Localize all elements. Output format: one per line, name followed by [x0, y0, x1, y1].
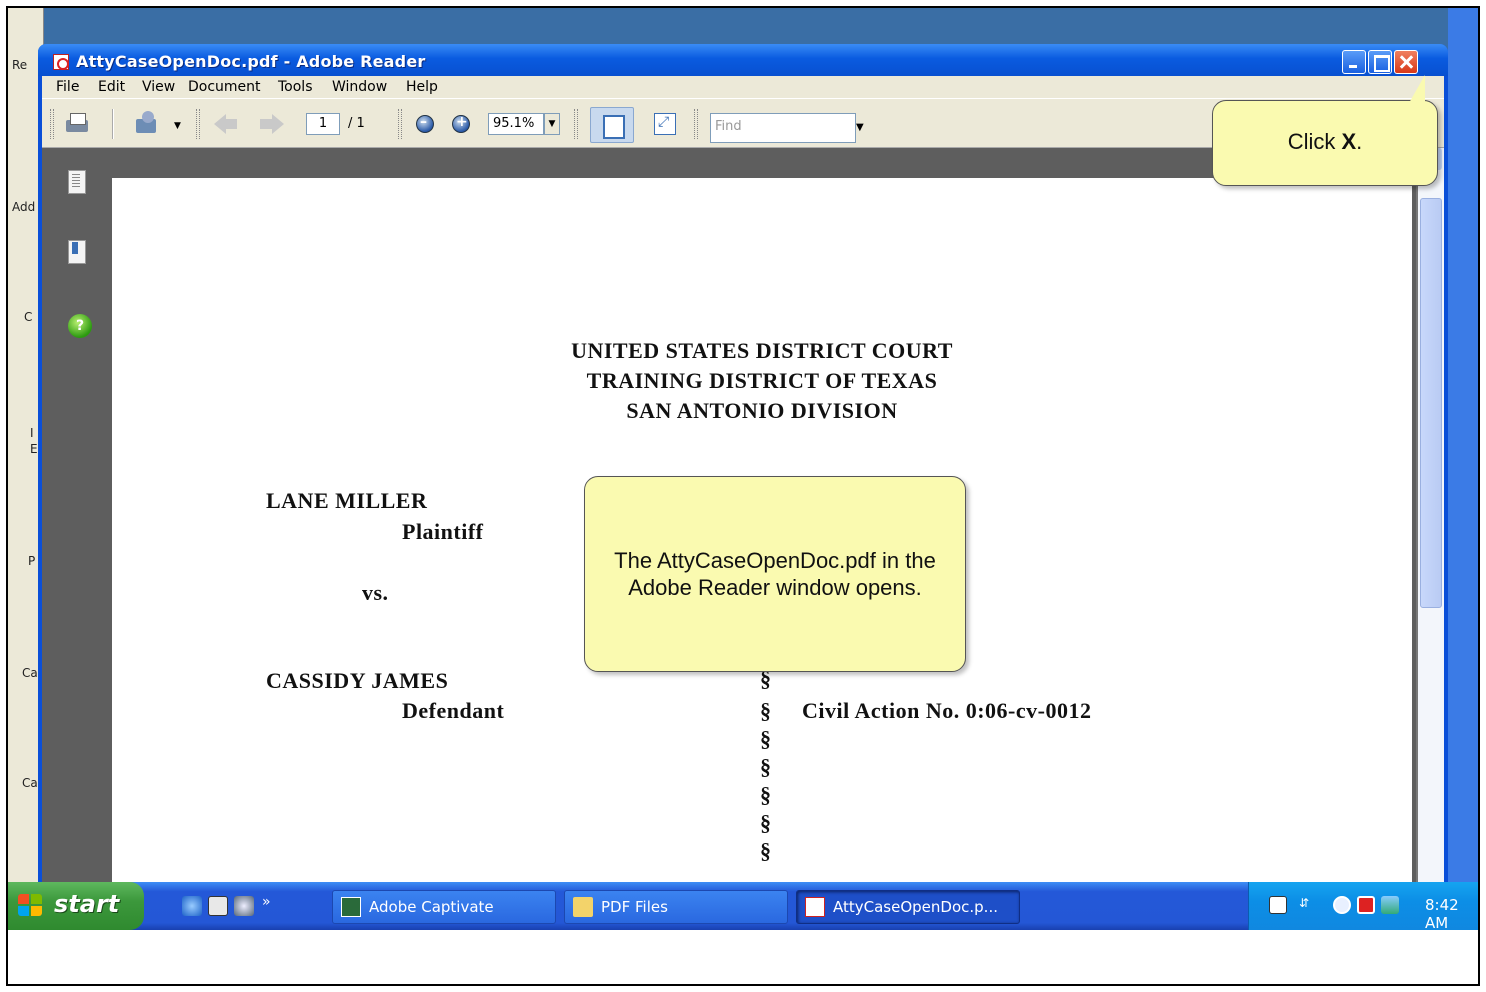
task-attycaseopendoc[interactable]: AttyCaseOpenDoc.p...	[796, 890, 1020, 924]
court-division: SAN ANTONIO DIVISION	[626, 398, 898, 423]
navigation-panel: ?	[42, 148, 112, 882]
next-page-icon[interactable]	[260, 113, 284, 135]
background-text: Re	[12, 58, 28, 72]
restore-tray-icon[interactable]: ⇵	[1299, 896, 1317, 914]
fit-page-icon[interactable]	[590, 107, 634, 143]
task-adobe-captivate[interactable]: Adobe Captivate	[332, 890, 556, 924]
bookmarks-icon[interactable]	[68, 240, 88, 264]
defendant-name: CASSIDY JAMES	[266, 668, 449, 693]
calculator-icon[interactable]	[208, 896, 228, 916]
background-text: Ca	[22, 776, 38, 790]
toolbar-grip[interactable]	[574, 109, 578, 139]
screenshot-frame: Re Add C I E P Ca Ca AttyCaseOpenDoc.pdf…	[6, 6, 1480, 986]
section-symbol: §	[760, 810, 771, 835]
menu-tools[interactable]: Tools	[278, 79, 313, 95]
task-label: Adobe Captivate	[369, 898, 494, 916]
callout-pointer	[1409, 75, 1425, 103]
start-button[interactable]: start	[8, 882, 144, 930]
captivate-icon	[341, 897, 361, 917]
menu-window[interactable]: Window	[332, 79, 387, 95]
record-tray-icon[interactable]	[1357, 896, 1375, 914]
civil-action-number: Civil Action No. 0:06-cv-0012	[802, 698, 1092, 723]
menu-edit[interactable]: Edit	[98, 79, 125, 95]
callout-key: X	[1341, 129, 1357, 154]
window-title: AttyCaseOpenDoc.pdf - Adobe Reader	[76, 52, 426, 71]
email-icon[interactable]	[134, 111, 160, 137]
menu-file[interactable]: File	[56, 79, 79, 95]
fit-width-icon[interactable]	[654, 113, 676, 135]
menu-help[interactable]: Help	[406, 79, 438, 95]
browser-icon[interactable]	[234, 896, 254, 916]
task-pdf-files[interactable]: PDF Files	[564, 890, 788, 924]
plaintiff-role: Plaintiff	[402, 519, 484, 544]
section-symbol: §	[760, 726, 771, 751]
defendant-role: Defendant	[402, 698, 505, 723]
background-text: I	[30, 426, 34, 440]
start-label: start	[54, 890, 120, 918]
pages-icon[interactable]	[68, 170, 88, 194]
print-icon[interactable]	[64, 111, 90, 137]
title-bar[interactable]: AttyCaseOpenDoc.pdf - Adobe Reader	[38, 44, 1448, 76]
find-dropdown-icon[interactable]: ▼	[856, 113, 864, 143]
menu-document[interactable]: Document	[188, 79, 261, 95]
minimize-button[interactable]	[1342, 50, 1366, 74]
plaintiff-name: LANE MILLER	[266, 488, 428, 513]
court-name: UNITED STATES DISTRICT COURT	[571, 338, 953, 363]
zoom-dropdown-icon[interactable]: ▼	[544, 113, 560, 135]
vertical-scrollbar[interactable]	[1416, 148, 1444, 882]
chevron-down-icon[interactable]: ▼	[174, 121, 181, 131]
zoom-level-input[interactable]: 95.1%	[488, 113, 544, 135]
info-callout: The AttyCaseOpenDoc.pdf in the Adobe Rea…	[584, 476, 966, 672]
menu-view[interactable]: View	[142, 79, 175, 95]
previous-page-icon[interactable]	[214, 113, 238, 135]
menu-bar: File Edit View Document Tools Window Hel…	[42, 76, 1444, 98]
court-district: TRAINING DISTRICT OF TEXAS	[586, 368, 938, 393]
task-label: PDF Files	[601, 898, 668, 916]
section-symbol: §	[760, 698, 771, 723]
taskbar: start » Adobe Captivate PDF Files AttyCa…	[8, 882, 1478, 930]
page-number-input[interactable]: 1	[306, 113, 340, 135]
callout-text-end: .	[1356, 129, 1363, 154]
background-window-edge	[1448, 8, 1478, 882]
toolbar-grip[interactable]	[398, 109, 402, 139]
page-total-label: / 1	[348, 116, 365, 131]
folder-icon	[573, 897, 593, 917]
versus-label: vs.	[362, 580, 389, 605]
back-tray-icon[interactable]	[1333, 896, 1351, 914]
chevron-right-icon[interactable]: »	[262, 894, 271, 910]
network-tray-icon[interactable]	[1381, 896, 1399, 914]
background-text: C	[24, 310, 33, 324]
clock: 8:42 AM	[1425, 896, 1459, 930]
toolbar-grip[interactable]	[50, 109, 54, 139]
toolbar-separator	[112, 109, 114, 139]
zoom-in-icon[interactable]: +	[452, 114, 470, 133]
pdf-icon	[805, 897, 825, 917]
instruction-callout: Click X.	[1212, 75, 1438, 186]
section-symbol: §	[760, 782, 771, 807]
pdf-app-icon[interactable]	[53, 54, 69, 70]
maximize-button[interactable]	[1368, 50, 1392, 74]
desktop: Re Add C I E P Ca Ca AttyCaseOpenDoc.pdf…	[8, 8, 1478, 930]
windows-logo-icon	[18, 894, 44, 918]
find-input[interactable]: Find	[710, 113, 856, 143]
background-text: E	[30, 442, 38, 456]
internet-explorer-icon[interactable]	[182, 896, 202, 916]
callout-text: The AttyCaseOpenDoc.pdf in the Adobe Rea…	[614, 548, 936, 600]
zoom-out-icon[interactable]: –	[416, 114, 434, 133]
background-text: Ca	[22, 666, 38, 680]
help-icon[interactable]: ?	[68, 314, 92, 338]
callout-text: Click	[1287, 129, 1342, 154]
background-text: Add	[12, 200, 36, 214]
close-button[interactable]	[1394, 50, 1418, 74]
background-text: P	[28, 554, 36, 568]
scrollbar-thumb[interactable]	[1420, 198, 1442, 608]
section-symbol: §	[760, 838, 771, 863]
toolbar-grip[interactable]	[196, 109, 200, 139]
task-label: AttyCaseOpenDoc.p...	[833, 898, 998, 916]
help-tray-icon[interactable]	[1269, 896, 1287, 914]
section-symbol: §	[760, 754, 771, 779]
system-tray: ⇵ 8:42 AM	[1248, 882, 1478, 930]
toolbar-grip[interactable]	[694, 109, 698, 139]
